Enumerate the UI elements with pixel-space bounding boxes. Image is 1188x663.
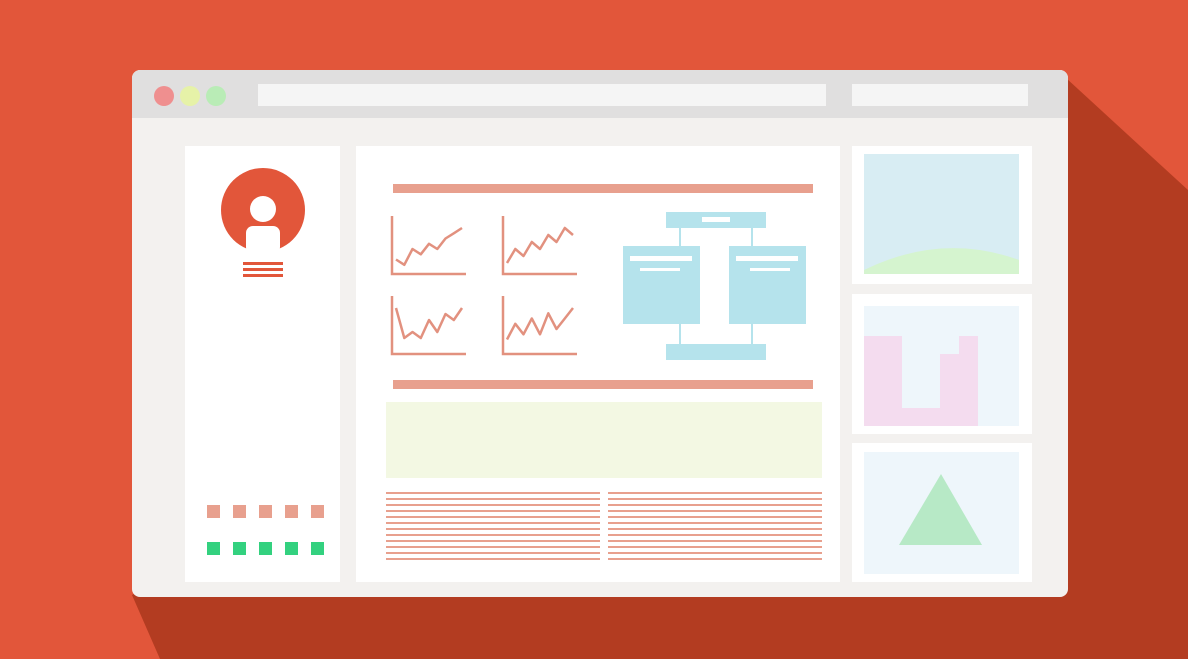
indicator-square — [311, 505, 324, 518]
flow-node-label — [750, 268, 790, 271]
close-dot[interactable] — [154, 86, 174, 106]
avatar-head — [250, 196, 276, 222]
bar — [959, 336, 978, 426]
minimize-dot[interactable] — [180, 86, 200, 106]
text-line — [608, 528, 822, 530]
name-line — [243, 268, 283, 271]
text-line — [608, 504, 822, 506]
text-line — [608, 492, 822, 494]
text-line — [608, 534, 822, 536]
indicator-square — [285, 505, 298, 518]
illustration-canvas — [0, 0, 1188, 659]
flow-node-label — [736, 256, 798, 261]
indicator-square — [259, 542, 272, 555]
text-line — [608, 552, 822, 554]
flow-node-label — [702, 217, 730, 222]
text-line — [386, 492, 600, 494]
text-line — [608, 522, 822, 524]
section-rule-bottom — [393, 380, 813, 389]
text-line — [608, 540, 822, 542]
indicator-square — [259, 505, 272, 518]
text-line — [386, 504, 600, 506]
indicator-square — [285, 542, 298, 555]
text-line — [608, 510, 822, 512]
maximize-dot[interactable] — [206, 86, 226, 106]
bar — [902, 408, 921, 426]
text-line — [608, 546, 822, 548]
indicator-square — [233, 505, 246, 518]
content-block — [386, 402, 822, 478]
text-line — [386, 534, 600, 536]
landscape-image-icon — [864, 154, 1019, 274]
text-line — [608, 558, 822, 560]
name-line — [243, 262, 283, 265]
text-line — [386, 516, 600, 518]
text-line — [386, 540, 600, 542]
flow-node-label — [630, 256, 692, 261]
text-line — [386, 528, 600, 530]
text-line — [608, 516, 822, 518]
name-line — [243, 274, 283, 277]
bar-chart-icon — [864, 306, 1019, 426]
bar — [883, 336, 902, 426]
text-line — [386, 558, 600, 560]
indicator-square — [207, 505, 220, 518]
triangle-shape-icon — [864, 452, 1019, 574]
text-line — [386, 522, 600, 524]
bar — [940, 354, 959, 426]
bar — [864, 336, 883, 426]
text-line — [386, 552, 600, 554]
indicator-square — [233, 542, 246, 555]
browser-dashboard-illustration — [0, 0, 1188, 659]
indicator-square — [207, 542, 220, 555]
text-line — [386, 510, 600, 512]
indicator-square — [311, 542, 324, 555]
address-bar[interactable] — [258, 84, 826, 106]
bar — [921, 408, 940, 426]
text-line — [608, 498, 822, 500]
text-line — [386, 546, 600, 548]
text-line — [386, 498, 600, 500]
search-bar[interactable] — [852, 84, 1028, 106]
flow-node-bottom — [666, 344, 766, 360]
flow-node-label — [640, 268, 680, 271]
avatar-body — [246, 226, 280, 254]
section-rule-top — [393, 184, 813, 193]
